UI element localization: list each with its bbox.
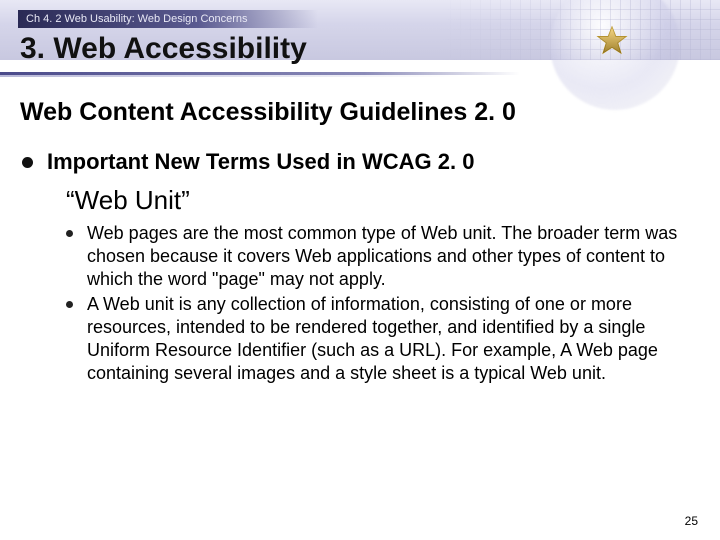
page-number: 25	[685, 514, 698, 528]
section-heading: Important New Terms Used in WCAG 2. 0	[47, 149, 474, 175]
slide-subtitle: Web Content Accessibility Guidelines 2. …	[20, 98, 700, 127]
list-item-text: Web pages are the most common type of We…	[87, 222, 696, 291]
chapter-strip: Ch 4. 2 Web Usability: Web Design Concer…	[18, 10, 318, 28]
definition-list: Web pages are the most common type of We…	[66, 222, 696, 385]
list-item-text: A Web unit is any collection of informat…	[87, 293, 696, 385]
section-heading-row: Important New Terms Used in WCAG 2. 0	[22, 149, 700, 175]
chapter-label: Ch 4. 2 Web Usability: Web Design Concer…	[26, 13, 248, 25]
star-icon	[596, 25, 628, 57]
slide-content: Web Content Accessibility Guidelines 2. …	[20, 98, 700, 387]
definition-term: “Web Unit”	[66, 185, 700, 216]
bullet-icon	[66, 230, 73, 237]
slide-title-row: 3. Web Accessibility	[20, 32, 307, 66]
slide-title: 3. Web Accessibility	[20, 32, 307, 66]
list-item: Web pages are the most common type of We…	[66, 222, 696, 291]
bullet-icon	[66, 301, 73, 308]
list-item: A Web unit is any collection of informat…	[66, 293, 696, 385]
bullet-icon	[22, 157, 33, 168]
title-underline	[0, 72, 720, 78]
